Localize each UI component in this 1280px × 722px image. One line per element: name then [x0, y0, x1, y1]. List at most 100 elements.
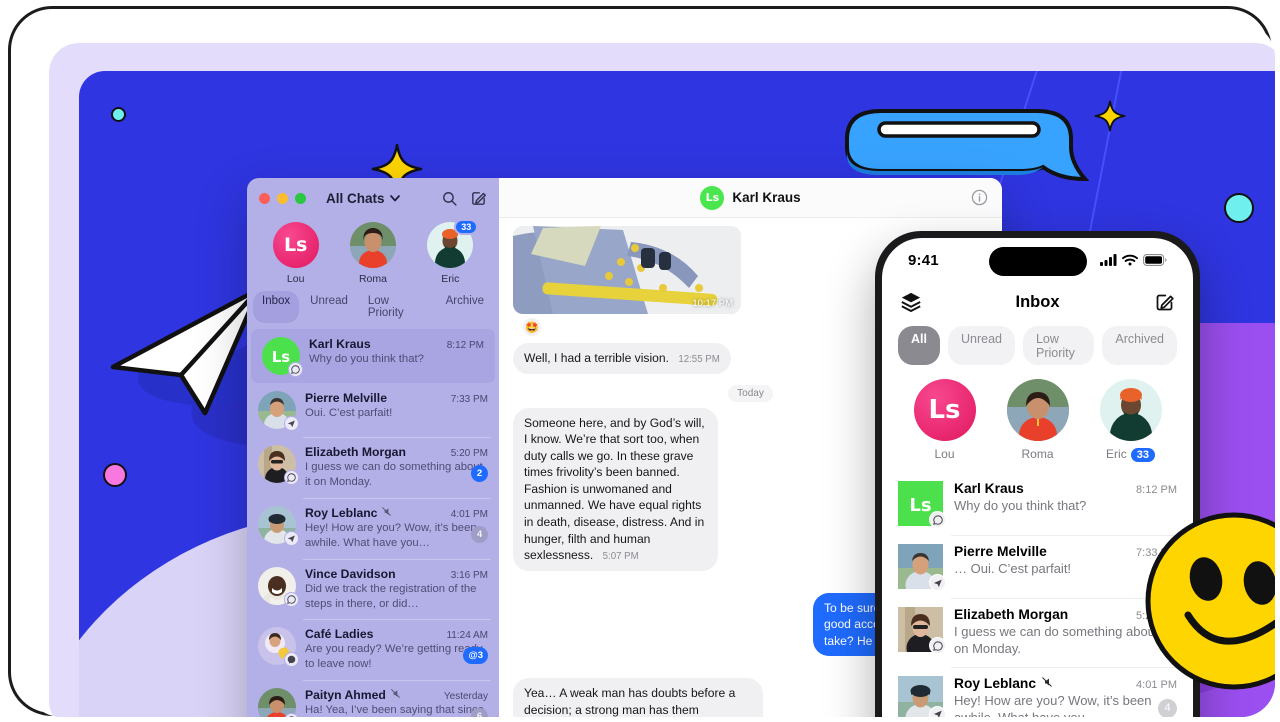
chat-list-item[interactable]: Elizabeth Morgan 5:20 PM I guess we can … [247, 437, 499, 498]
chat-preview: Hey! How are you? Wow, it’s been awhile.… [954, 692, 1152, 717]
chat-time: 3:16 PM [450, 569, 488, 581]
info-icon[interactable] [971, 189, 988, 206]
message-text: Someone here, and by God’s will, I know.… [524, 415, 705, 563]
cyan-dot [111, 107, 126, 122]
unread-badge: 2 [471, 465, 488, 482]
chat-name: Roy Leblanc [305, 505, 378, 520]
chat-name: Pierre Melville [305, 391, 387, 405]
chat-preview: Hey! How are you? Wow, it’s been awhile.… [305, 521, 477, 549]
telegram-icon [284, 530, 299, 546]
chat-list-item[interactable]: Café Ladies 11:24 AM Are you ready? We’r… [247, 619, 499, 680]
chat-preview: Oui. C’est parfait! [305, 407, 393, 419]
svg-text:Ls: Ls [909, 495, 931, 516]
message-reaction[interactable]: 🤩 [523, 318, 541, 336]
chat-preview: Did we track the registration of the ste… [305, 582, 477, 610]
star-icon [1093, 99, 1127, 133]
tablet-device-frame: All Chats Ls Lou Roma 33 Eric Inbox Unre… [8, 6, 1275, 717]
chat-preview: Are you ready? We’re getting ready to le… [305, 643, 483, 671]
chat-name: Café Ladies [305, 627, 374, 642]
chat-list-item[interactable]: Vince Davidson 3:16 PM Did we track the … [247, 558, 499, 620]
filter-tab-archived[interactable]: Archived [1102, 326, 1177, 365]
chat-list-item[interactable]: Pierre Melville 7:33 PM Oui. C’est parfa… [247, 383, 499, 437]
message-bubble[interactable]: Well, I had a terrible vision. 12:55 PM [513, 343, 731, 374]
desktop-stories: Ls Lou Roma 33 Eric [247, 218, 499, 287]
message-image[interactable]: 10:17 PM [513, 226, 741, 314]
avatar [1099, 379, 1162, 441]
avatar: Ls [700, 185, 725, 210]
avatar [349, 222, 396, 268]
telegram-icon [929, 705, 946, 717]
zoom-button[interactable] [295, 192, 306, 204]
story-lou[interactable]: Ls Lou [265, 222, 327, 285]
dynamic-island [988, 247, 1087, 276]
phone-filter-tabs: All Unread Low Priority Archived [882, 322, 1193, 375]
unread-badge: 4 [471, 525, 488, 543]
avatar [1006, 379, 1069, 441]
tablet-bezel: All Chats Ls Lou Roma 33 Eric Inbox Unre… [27, 23, 1275, 717]
story-label: Lou [934, 447, 955, 461]
all-chats-dropdown[interactable]: All Chats [326, 191, 400, 206]
filter-tab-low-priority[interactable]: Low Priority [1022, 326, 1095, 365]
filter-tab-unread[interactable]: Unread [301, 291, 357, 323]
battery-icon [1143, 254, 1167, 266]
chat-time: 8:12 PM [446, 340, 484, 351]
chat-time: 11:24 AM [446, 630, 488, 642]
conversation-header: Ls Karl Kraus [499, 178, 1002, 218]
tablet-screen: All Chats Ls Lou Roma 33 Eric Inbox Unre… [79, 71, 1275, 717]
close-button[interactable] [259, 192, 270, 204]
filter-tab-unread[interactable]: Unread [947, 326, 1015, 365]
story-lou[interactable]: Ls Lou [913, 379, 976, 462]
window-controls[interactable] [259, 192, 306, 204]
phone-header: Inbox [882, 282, 1193, 322]
status-time: 9:41 [908, 251, 939, 269]
phone-stories: Ls Lou Roma Eric 33 [882, 375, 1193, 472]
mute-icon [382, 506, 392, 516]
avatar: Ls [272, 222, 319, 268]
message-time: 5:07 PM [602, 551, 639, 563]
smiley-face-icon [1144, 511, 1275, 691]
story-label: Roma [1021, 447, 1054, 461]
filter-tab-low-priority[interactable]: Low Priority [359, 291, 435, 323]
window-titlebar: All Chats [247, 178, 499, 218]
story-eric[interactable]: 33 Eric [419, 219, 481, 285]
search-icon[interactable] [441, 190, 458, 207]
story-roma[interactable]: Roma [1006, 379, 1069, 462]
filter-tab-all[interactable]: All [898, 326, 940, 365]
chat-preview: I guess we can do something about it on … [305, 461, 483, 488]
filter-tab-inbox[interactable]: Inbox [253, 291, 300, 323]
message-text: Yea… A weak man has doubts before a deci… [524, 686, 736, 717]
image-timestamp: 10:17 PM [692, 298, 733, 309]
whatsapp-icon [288, 362, 303, 377]
tablet-inner-ring: All Chats Ls Lou Roma 33 Eric Inbox Unre… [49, 43, 1275, 717]
story-eric[interactable]: Eric 33 [1099, 379, 1162, 462]
desktop-chat-list[interactable]: Ls Karl Kraus 8:12 PM Why do you think t… [247, 329, 499, 717]
whatsapp-icon [929, 511, 946, 528]
filter-tab-archive[interactable]: Archive [437, 291, 493, 323]
story-roma[interactable]: Roma [342, 222, 404, 285]
chat-name: Karl Kraus [309, 337, 371, 351]
desktop-sidebar: All Chats Ls Lou Roma 33 Eric Inbox Unre… [247, 178, 499, 717]
chat-time: 7:33 PM [450, 394, 488, 405]
chat-list-item[interactable]: Ls Karl Kraus 8:12 PM Why do you think t… [251, 329, 495, 383]
story-label: Eric [441, 273, 460, 285]
svg-text:Ls: Ls [272, 348, 291, 366]
message-bubble[interactable]: Yea… A weak man has doubts before a deci… [513, 678, 763, 717]
whatsapp-icon [929, 637, 946, 654]
whatsapp-icon [284, 470, 299, 485]
unread-badge: 6 [471, 708, 488, 717]
day-label: Today [728, 384, 773, 402]
screenshot-root: All Chats Ls Lou Roma 33 Eric Inbox Unre… [0, 0, 1280, 722]
compose-icon[interactable] [470, 190, 487, 207]
chat-name: Elizabeth Morgan [954, 607, 1069, 622]
chat-name: Paityn Ahmed [305, 688, 386, 703]
message-bubble[interactable]: Someone here, and by God’s will, I know.… [513, 407, 718, 571]
mute-icon [390, 689, 400, 699]
story-unread-badge: 33 [454, 219, 479, 235]
chat-preview: Ha! Yea, I’ve been saying that since Nov… [305, 704, 484, 717]
desktop-filter-tabs: Inbox Unread Low Priority Archive [247, 287, 499, 329]
telegram-icon [929, 574, 946, 591]
minimize-button[interactable] [277, 192, 288, 204]
phone-status-bar: 9:41 [882, 238, 1193, 282]
chat-list-item[interactable]: Paityn Ahmed Yesterday Ha! Yea, I’ve bee… [247, 680, 499, 717]
chat-list-item[interactable]: Roy Leblanc 4:01 PM Hey! How are you? Wo… [247, 497, 499, 559]
